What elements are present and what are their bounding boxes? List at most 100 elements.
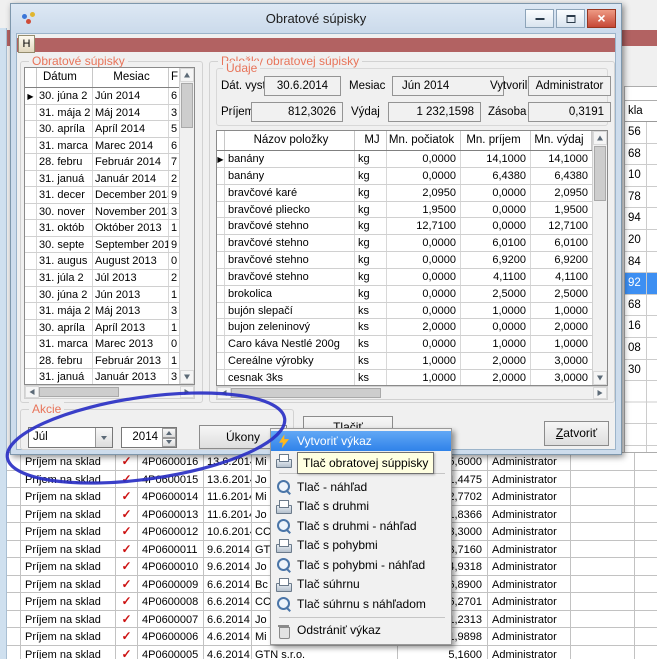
side-column-cell[interactable]: 94: [625, 208, 657, 230]
scroll-up-button[interactable]: [180, 68, 194, 82]
maximize-button[interactable]: [556, 9, 585, 28]
scroll-down-button[interactable]: [180, 370, 194, 384]
side-column-cell[interactable]: 78: [625, 187, 657, 209]
cell-f: 3: [169, 369, 179, 385]
supisky-row[interactable]: ▶ 30. septe September 2013 9: [25, 237, 179, 254]
zasoba-field: 0,3191: [528, 102, 611, 122]
cell-nazov: banány: [225, 168, 355, 184]
side-column-cell[interactable]: 56: [625, 122, 657, 144]
horizontal-scrollbar[interactable]: [24, 385, 195, 399]
menu-item[interactable]: Vytvoriť výkaz: [271, 431, 451, 451]
item-row[interactable]: ▶ bujon zeleninový ks 2,0000 0,0000 2,00…: [217, 319, 592, 336]
item-row[interactable]: ▶ bravčové stehno kg 12,7100 0,0000 12,7…: [217, 218, 592, 235]
supisky-row[interactable]: ▶ 31. mája 2 Máj 2014 3: [25, 105, 179, 122]
supisky-row[interactable]: ▶ 31. januá Január 2013 3: [25, 369, 179, 385]
row-selector: [7, 471, 21, 488]
supisky-row[interactable]: ▶ 31. marca Marec 2014 6: [25, 138, 179, 155]
side-column-cell[interactable]: 68: [625, 295, 657, 317]
supisky-row[interactable]: ▶ 30. júna 2 Jún 2013 1: [25, 287, 179, 304]
receipt-doc-number: 4P0600016: [138, 453, 204, 470]
row-selector: ▶: [217, 319, 225, 335]
zatvorit-button[interactable]: Zatvoriť: [544, 421, 609, 446]
receipt-empty-cell: [635, 558, 657, 575]
supisky-row[interactable]: ▶ 28. febru Február 2014 7: [25, 154, 179, 171]
supisky-row[interactable]: ▶ 31. mája 2 Máj 2013 3: [25, 303, 179, 320]
supisky-row[interactable]: ▶ 30. apríla Apríl 2014 5: [25, 121, 179, 138]
item-row[interactable]: ▶ bujón slepačí ks 0,0000 1,0000 1,0000: [217, 303, 592, 320]
item-row[interactable]: ▶ cesnak 3ks ks 1,0000 2,0000 3,0000: [217, 370, 592, 386]
item-row[interactable]: ▶ Caro káva Nestlé 200g ks 0,0000 1,0000…: [217, 336, 592, 353]
item-row[interactable]: ▶ brokolica kg 0,0000 2,5000 2,5000: [217, 286, 592, 303]
lightning-icon: [275, 433, 293, 448]
h-button[interactable]: H: [18, 35, 35, 53]
side-column-cell[interactable]: 92: [625, 273, 657, 295]
menu-item[interactable]: Tlač s druhmi: [271, 497, 451, 517]
cell-datum: 30. nover: [37, 204, 93, 220]
titlebar[interactable]: Obratové súpisky ×: [11, 4, 621, 33]
close-button[interactable]: ×: [587, 9, 616, 28]
item-row[interactable]: ▶ bravčové pliecko kg 1,9500 0,0000 1,95…: [217, 202, 592, 219]
year-spinner[interactable]: 2014: [121, 427, 177, 448]
menu-item[interactable]: Tlač s pohybmi - náhľad: [271, 555, 451, 575]
supisky-row[interactable]: ▶ 30. nover November 2013 3: [25, 204, 179, 221]
menu-item[interactable]: Tlač súhrnu s náhľadom: [271, 594, 451, 614]
scroll-right-button[interactable]: [180, 386, 194, 398]
cell-datum: 30. apríla: [37, 320, 93, 336]
side-column-cell[interactable]: 68: [625, 144, 657, 166]
menu-item[interactable]: Tlač súhrnu: [271, 575, 451, 595]
row-selector: ▶: [25, 138, 37, 154]
supisky-row[interactable]: ▶ 30. apríla Apríl 2013 1: [25, 320, 179, 337]
minimize-button[interactable]: [525, 9, 554, 28]
scroll-thumb[interactable]: [39, 387, 119, 397]
menu-item[interactable]: Tlač - náhľad: [271, 477, 451, 497]
side-column-cell[interactable]: 16: [625, 316, 657, 338]
vertical-scrollbar[interactable]: [179, 68, 194, 384]
menu-item[interactable]: Odstrániť výkaz: [271, 621, 451, 641]
supisky-row[interactable]: ▶ 31. októb Október 2013 1: [25, 220, 179, 237]
supisky-row[interactable]: ▶ 31. decer December 2013 9: [25, 187, 179, 204]
item-row[interactable]: ▶ Cereálne výrobky ks 1,0000 2,0000 3,00…: [217, 353, 592, 370]
supisky-row[interactable]: ▶ 31. januá Január 2014 2: [25, 171, 179, 188]
supisky-row[interactable]: ▶ 28. febru Február 2013 1: [25, 353, 179, 370]
month-combobox[interactable]: Júl: [28, 427, 113, 448]
horizontal-scrollbar[interactable]: [216, 386, 608, 400]
scroll-thumb[interactable]: [594, 146, 606, 201]
spin-up-button[interactable]: [162, 428, 176, 438]
item-row[interactable]: ▶ banány kg 0,0000 6,4380 6,4380: [217, 168, 592, 185]
cell-f: 1: [169, 320, 179, 336]
item-row[interactable]: ▶ bravčové stehno kg 0,0000 6,0100 6,010…: [217, 235, 592, 252]
scroll-thumb[interactable]: [231, 388, 381, 398]
item-row[interactable]: ▶ bravčové stehno kg 0,0000 4,1100 4,110…: [217, 269, 592, 286]
scroll-left-button[interactable]: [217, 387, 231, 399]
spin-down-button[interactable]: [162, 438, 176, 448]
scroll-left-button[interactable]: [25, 386, 39, 398]
menu-item[interactable]: Tlač s pohybmi: [271, 536, 451, 556]
side-column-cell[interactable]: 20: [625, 230, 657, 252]
supisky-row[interactable]: ▶ 31. marca Marec 2013 0: [25, 336, 179, 353]
checkmark-icon: ✓: [116, 611, 138, 628]
cell-vydaj: 6,9200: [531, 252, 592, 268]
item-row[interactable]: ▶ banány kg 0,0000 14,1000 14,1000: [217, 151, 592, 168]
supisky-row[interactable]: ▶ 30. júna 2 Jún 2014 6: [25, 88, 179, 105]
side-column-cell[interactable]: 84: [625, 252, 657, 274]
item-row[interactable]: ▶ bravčové stehno kg 0,0000 6,9200 6,920…: [217, 252, 592, 269]
side-column-cell[interactable]: 10: [625, 165, 657, 187]
side-column-cell[interactable]: 08: [625, 338, 657, 360]
receipt-doc-number: 4P0600012: [138, 523, 204, 540]
receipt-partner: GTN s.r.o.: [252, 646, 398, 659]
side-column-cell[interactable]: 30: [625, 360, 657, 382]
receipt-row[interactable]: Príjem na sklad ✓ 4P0600005 4.6.2014 GTN…: [7, 646, 657, 659]
menu-item-label: Tlač s druhmi: [297, 499, 369, 513]
scroll-down-button[interactable]: [593, 371, 607, 385]
vertical-scrollbar[interactable]: [592, 131, 607, 385]
menu-item[interactable]: Tlač s druhmi - náhľad: [271, 516, 451, 536]
supisky-row[interactable]: ▶ 31. júla 2 Júl 2013 2: [25, 270, 179, 287]
scroll-right-button[interactable]: [593, 387, 607, 399]
combobox-dropdown-button[interactable]: [95, 428, 112, 447]
receipt-user: Administrator: [488, 593, 571, 610]
scroll-up-button[interactable]: [593, 131, 607, 145]
supisky-row[interactable]: ▶ 31. augus August 2013 0: [25, 253, 179, 270]
item-row[interactable]: ▶ bravčové karé kg 2,0950 0,0000 2,0950: [217, 185, 592, 202]
cell-f: 7: [169, 154, 179, 170]
scroll-thumb[interactable]: [181, 83, 193, 128]
